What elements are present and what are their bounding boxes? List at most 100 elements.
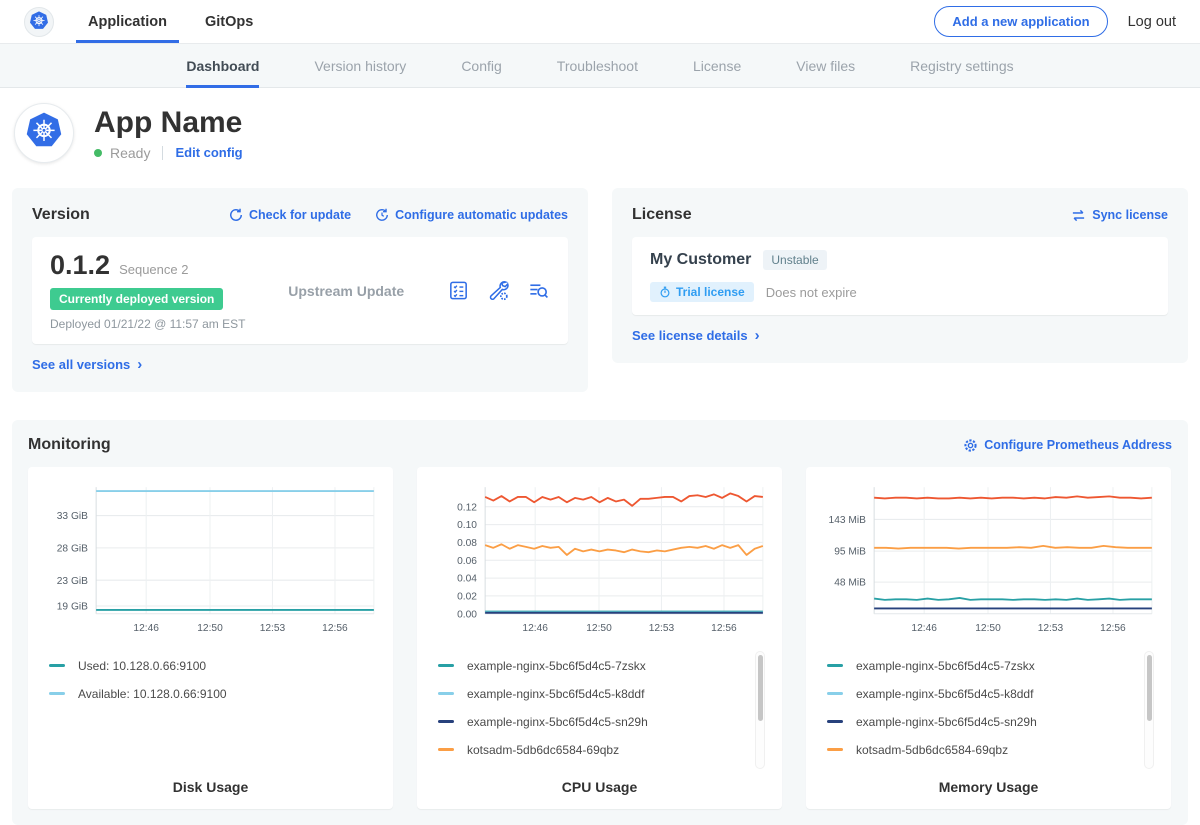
see-all-versions-label[interactable]: See all versions xyxy=(32,357,130,372)
kubernetes-app-icon xyxy=(21,110,67,156)
check-for-update-link[interactable]: Check for update xyxy=(229,208,351,222)
svg-text:19 GiB: 19 GiB xyxy=(57,602,88,613)
sync-license-label[interactable]: Sync license xyxy=(1092,208,1168,222)
sync-arrows-icon[interactable] xyxy=(1071,208,1086,223)
legend-color-dash xyxy=(438,692,454,695)
legend-scrollbar[interactable] xyxy=(755,651,765,769)
legend-item: example-nginx-5bc6f5d4c5-7zskx xyxy=(438,659,765,673)
edit-config-link[interactable]: Edit config xyxy=(175,145,242,160)
topnav-tabs: Application GitOps xyxy=(88,0,253,43)
disk-usage-legend: Used: 10.128.0.66:9100Available: 10.128.… xyxy=(41,651,380,773)
svg-text:95 MiB: 95 MiB xyxy=(834,547,866,558)
top-nav: ApplicationGitOps Add a new application … xyxy=(0,0,1200,43)
memory-usage-chart: 143 MiB95 MiB48 MiB12:4612:5012:5312:56 xyxy=(819,479,1158,651)
trial-license-badge: Trial license xyxy=(650,282,754,302)
legend-color-dash xyxy=(49,664,65,667)
gear-icon[interactable] xyxy=(963,438,978,453)
disk-usage-chart: 33 GiB28 GiB23 GiB19 GiB12:4612:5012:531… xyxy=(41,479,380,651)
legend-item: example-nginx-5bc6f5d4c5-7zskx xyxy=(827,659,1154,673)
see-all-versions-link[interactable]: See all versions › xyxy=(32,357,142,372)
svg-text:23 GiB: 23 GiB xyxy=(57,576,88,587)
preflight-checks-icon[interactable] xyxy=(447,279,470,302)
subnav-tab-troubleshoot[interactable]: Troubleshoot xyxy=(557,44,638,87)
configure-prometheus-link[interactable]: Configure Prometheus Address xyxy=(963,438,1172,453)
svg-text:12:50: 12:50 xyxy=(975,623,1001,634)
kubernetes-logo[interactable] xyxy=(24,7,54,37)
legend-color-dash xyxy=(438,720,454,723)
config-tools-icon[interactable] xyxy=(487,279,510,302)
see-license-details-label[interactable]: See license details xyxy=(632,328,748,343)
ready-status-text: Ready xyxy=(110,145,150,161)
svg-text:0.12: 0.12 xyxy=(457,502,477,513)
legend-color-dash xyxy=(49,692,65,695)
legend-label: kotsadm-5db6dc6584-69qbz xyxy=(856,743,1008,757)
legend-color-dash xyxy=(827,664,843,667)
logout-link[interactable]: Log out xyxy=(1128,14,1176,30)
subnav-tab-registry-settings[interactable]: Registry settings xyxy=(910,44,1013,87)
refresh-icon[interactable] xyxy=(229,208,243,222)
legend-item: example-nginx-5bc6f5d4c5-k8ddf xyxy=(827,687,1154,701)
svg-text:12:46: 12:46 xyxy=(133,623,159,634)
legend-label: Used: 10.128.0.66:9100 xyxy=(78,659,206,673)
svg-text:12:56: 12:56 xyxy=(711,623,737,634)
legend-scrollbar[interactable] xyxy=(1144,651,1154,769)
customer-name: My Customer xyxy=(650,251,751,269)
topnav-tab-application[interactable]: Application xyxy=(88,0,167,43)
clock-refresh-icon[interactable] xyxy=(375,208,389,222)
channel-badge: Unstable xyxy=(763,250,826,270)
check-for-update-label[interactable]: Check for update xyxy=(249,208,351,222)
stopwatch-icon xyxy=(659,286,671,298)
legend-item: example-nginx-5bc6f5d4c5-sn29h xyxy=(438,715,765,729)
memory-usage-legend: example-nginx-5bc6f5d4c5-7zskx example-ng… xyxy=(819,651,1158,773)
view-files-search-icon[interactable] xyxy=(527,279,550,302)
legend-label: example-nginx-5bc6f5d4c5-k8ddf xyxy=(856,687,1033,701)
license-card-title: License xyxy=(632,206,692,224)
legend-color-dash xyxy=(827,692,843,695)
legend-scrollbar-thumb[interactable] xyxy=(758,655,763,721)
page-title: App Name xyxy=(94,106,243,139)
cpu-usage-chart-card: 0.120.100.080.060.040.020.0012:4612:5012… xyxy=(417,467,782,809)
sequence-label: Sequence 2 xyxy=(119,262,188,277)
configure-prometheus-label[interactable]: Configure Prometheus Address xyxy=(984,438,1172,452)
disk-usage-chart-title: Disk Usage xyxy=(41,773,380,799)
legend-label: example-nginx-5bc6f5d4c5-sn29h xyxy=(856,715,1037,729)
subnav-tab-version-history[interactable]: Version history xyxy=(314,44,406,87)
legend-label: example-nginx-5bc6f5d4c5-7zskx xyxy=(467,659,646,673)
svg-text:0.02: 0.02 xyxy=(457,591,477,602)
charts-row: 33 GiB28 GiB23 GiB19 GiB12:4612:5012:531… xyxy=(28,467,1172,809)
subnav-tab-license[interactable]: License xyxy=(693,44,741,87)
app-header: App Name Ready Edit config xyxy=(0,88,1200,176)
chevron-right-icon[interactable]: › xyxy=(755,328,760,343)
see-license-details-link[interactable]: See license details › xyxy=(632,328,760,343)
legend-label: kotsadm-5db6dc6584-69qbz xyxy=(467,743,619,757)
version-number: 0.1.2 xyxy=(50,250,110,280)
subnav-tab-dashboard[interactable]: Dashboard xyxy=(186,44,259,87)
legend-item: kotsadm-5db6dc6584-69qbz xyxy=(438,743,765,757)
trial-license-label: Trial license xyxy=(676,285,745,299)
topnav-tab-gitops[interactable]: GitOps xyxy=(205,0,253,43)
svg-text:12:56: 12:56 xyxy=(1100,623,1126,634)
configure-automatic-updates-link[interactable]: Configure automatic updates xyxy=(375,208,568,222)
subnav-tab-config[interactable]: Config xyxy=(461,44,501,87)
disk-usage-chart-card: 33 GiB28 GiB23 GiB19 GiB12:4612:5012:531… xyxy=(28,467,393,809)
monitoring-title: Monitoring xyxy=(28,436,111,454)
chevron-right-icon[interactable]: › xyxy=(137,357,142,372)
add-application-button[interactable]: Add a new application xyxy=(934,6,1107,37)
subnav-tab-view-files[interactable]: View files xyxy=(796,44,855,87)
version-card: Version Check for update xyxy=(12,188,588,392)
configure-automatic-updates-label[interactable]: Configure automatic updates xyxy=(395,208,568,222)
svg-text:12:50: 12:50 xyxy=(586,623,612,634)
legend-scrollbar-thumb[interactable] xyxy=(1147,655,1152,721)
svg-text:28 GiB: 28 GiB xyxy=(57,543,88,554)
svg-text:0.06: 0.06 xyxy=(457,556,477,567)
ready-status-dot xyxy=(94,149,102,157)
svg-text:12:50: 12:50 xyxy=(197,623,223,634)
svg-text:12:53: 12:53 xyxy=(649,623,675,634)
memory-usage-chart-title: Memory Usage xyxy=(819,773,1158,799)
cpu-usage-chart-title: CPU Usage xyxy=(430,773,769,799)
sync-license-link[interactable]: Sync license xyxy=(1071,208,1168,223)
svg-text:143 MiB: 143 MiB xyxy=(829,515,867,526)
cpu-usage-legend: example-nginx-5bc6f5d4c5-7zskx example-ng… xyxy=(430,651,769,773)
legend-color-dash xyxy=(438,748,454,751)
deployed-timestamp: Deployed 01/21/22 @ 11:57 am EST xyxy=(50,317,245,331)
